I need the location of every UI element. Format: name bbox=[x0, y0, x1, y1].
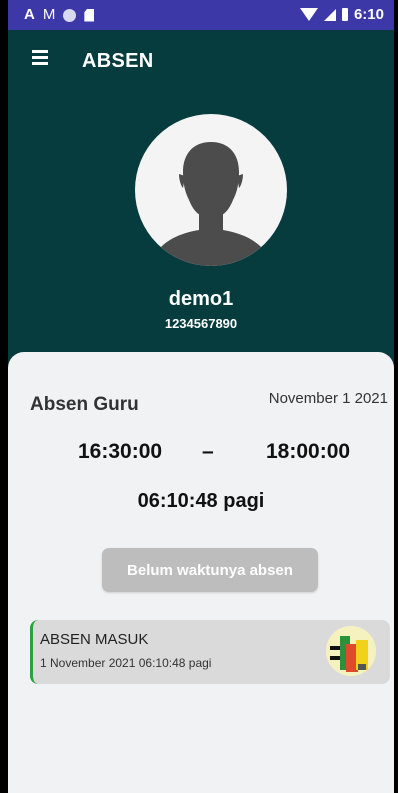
profile-header: ABSEN demo1 1234567890 bbox=[8, 30, 394, 370]
attendance-card: Absen Guru November 1 2021 16:30:00 – 18… bbox=[8, 352, 394, 793]
attendance-log-item[interactable]: ABSEN MASUK 1 November 2021 06:10:48 pag… bbox=[30, 620, 390, 684]
signal-icon bbox=[323, 8, 336, 21]
log-item-timestamp: 1 November 2021 06:10:48 pagi bbox=[40, 656, 212, 670]
log-item-title: ABSEN MASUK bbox=[40, 631, 149, 648]
status-bar-clock: 6:10 bbox=[353, 6, 384, 23]
attendance-photo-thumbnail[interactable] bbox=[326, 626, 376, 676]
default-avatar-icon bbox=[135, 114, 287, 266]
attendance-title: Absen Guru bbox=[30, 394, 139, 415]
app-bar-title: ABSEN bbox=[82, 50, 154, 72]
mail-icon: M bbox=[42, 6, 56, 23]
profile-id: 1234567890 bbox=[164, 316, 238, 331]
schedule-start-time: 16:30:00 bbox=[78, 440, 163, 463]
circle-icon bbox=[63, 8, 77, 22]
absen-button[interactable]: Belum waktunya absen bbox=[102, 548, 318, 592]
wifi-icon bbox=[299, 8, 318, 21]
attendance-date: November 1 2021 bbox=[268, 390, 388, 407]
current-time: 06:10:48 pagi bbox=[137, 490, 265, 512]
schedule-time-row: 16:30:00 – 18:00:00 bbox=[8, 440, 394, 464]
schedule-end-time: 18:00:00 bbox=[266, 440, 351, 463]
status-bar-left: A M bbox=[24, 6, 95, 24]
hamburger-menu-icon[interactable] bbox=[32, 50, 52, 68]
sd-card-icon bbox=[84, 8, 95, 22]
schedule-separator: – bbox=[202, 440, 214, 463]
battery-icon bbox=[341, 8, 348, 21]
status-bar: A M 6:10 bbox=[8, 0, 394, 30]
phone-screen: A M 6:10 ABSEN demo1 1234567890 Absen Gu… bbox=[8, 0, 394, 793]
profile-name: demo1 bbox=[168, 288, 234, 310]
photo-thumbnail-image bbox=[326, 626, 376, 676]
letter-a-icon: A bbox=[24, 6, 35, 23]
status-bar-right: 6:10 bbox=[299, 6, 384, 23]
avatar-silhouette-icon bbox=[149, 142, 273, 266]
